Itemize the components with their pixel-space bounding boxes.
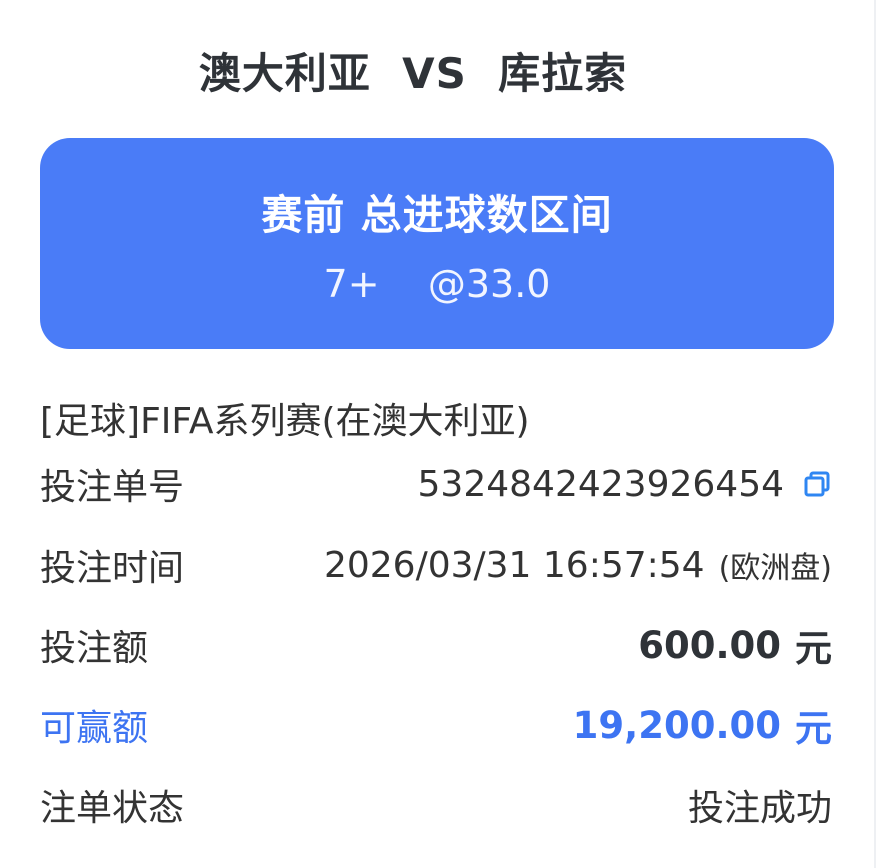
- competition-name: [足球]FIFA系列赛(在澳大利亚): [40, 401, 530, 442]
- order-number-value-group: 5324842423926454: [418, 464, 832, 505]
- vs-label: VS: [402, 49, 467, 98]
- stake-value-group: 600.00 元: [638, 618, 832, 672]
- bet-summary-card: 赛前 总进球数区间 7+ @33.0: [40, 138, 834, 349]
- bet-status-value: 投注成功: [687, 788, 832, 829]
- bet-time-value-group: 2026/03/31 16:57:54 (欧洲盘): [324, 543, 832, 587]
- bet-selection: 7+: [323, 262, 380, 306]
- stake-value: 600.00: [638, 623, 781, 667]
- bet-status-label: 注单状态: [40, 788, 185, 829]
- potential-win-value: 19,200.00: [572, 703, 781, 747]
- potential-win-value-group: 19,200.00 元: [573, 698, 832, 752]
- order-number-row: 投注单号 5324842423926454: [40, 459, 832, 509]
- stake-label: 投注额: [40, 628, 149, 669]
- potential-win-label: 可赢额: [40, 708, 149, 749]
- bet-time-row: 投注时间 2026/03/31 16:57:54 (欧洲盘): [40, 540, 832, 590]
- home-team: 澳大利亚: [198, 49, 371, 98]
- bet-status-row: 注单状态 投注成功: [40, 780, 832, 830]
- stake-row: 投注额 600.00 元: [40, 618, 832, 672]
- bet-time-label: 投注时间: [40, 548, 185, 589]
- potential-win-row: 可赢额 19,200.00 元: [40, 698, 832, 752]
- order-number-label: 投注单号: [40, 467, 185, 508]
- market-note: (欧洲盘): [718, 551, 832, 586]
- order-number-value: 5324842423926454: [417, 463, 784, 505]
- bet-time-value: 2026/03/31 16:57:54: [323, 544, 705, 586]
- match-title: 澳大利亚 VS 库拉索: [0, 40, 826, 101]
- copy-icon[interactable]: [802, 469, 832, 499]
- bet-selection-odds: 7+ @33.0: [40, 262, 834, 306]
- away-team: 库拉索: [498, 49, 628, 98]
- bet-odds: @33.0: [427, 262, 551, 306]
- bet-type: 赛前 总进球数区间: [261, 191, 613, 239]
- stake-unit: 元: [795, 627, 832, 670]
- potential-win-unit: 元: [795, 707, 832, 750]
